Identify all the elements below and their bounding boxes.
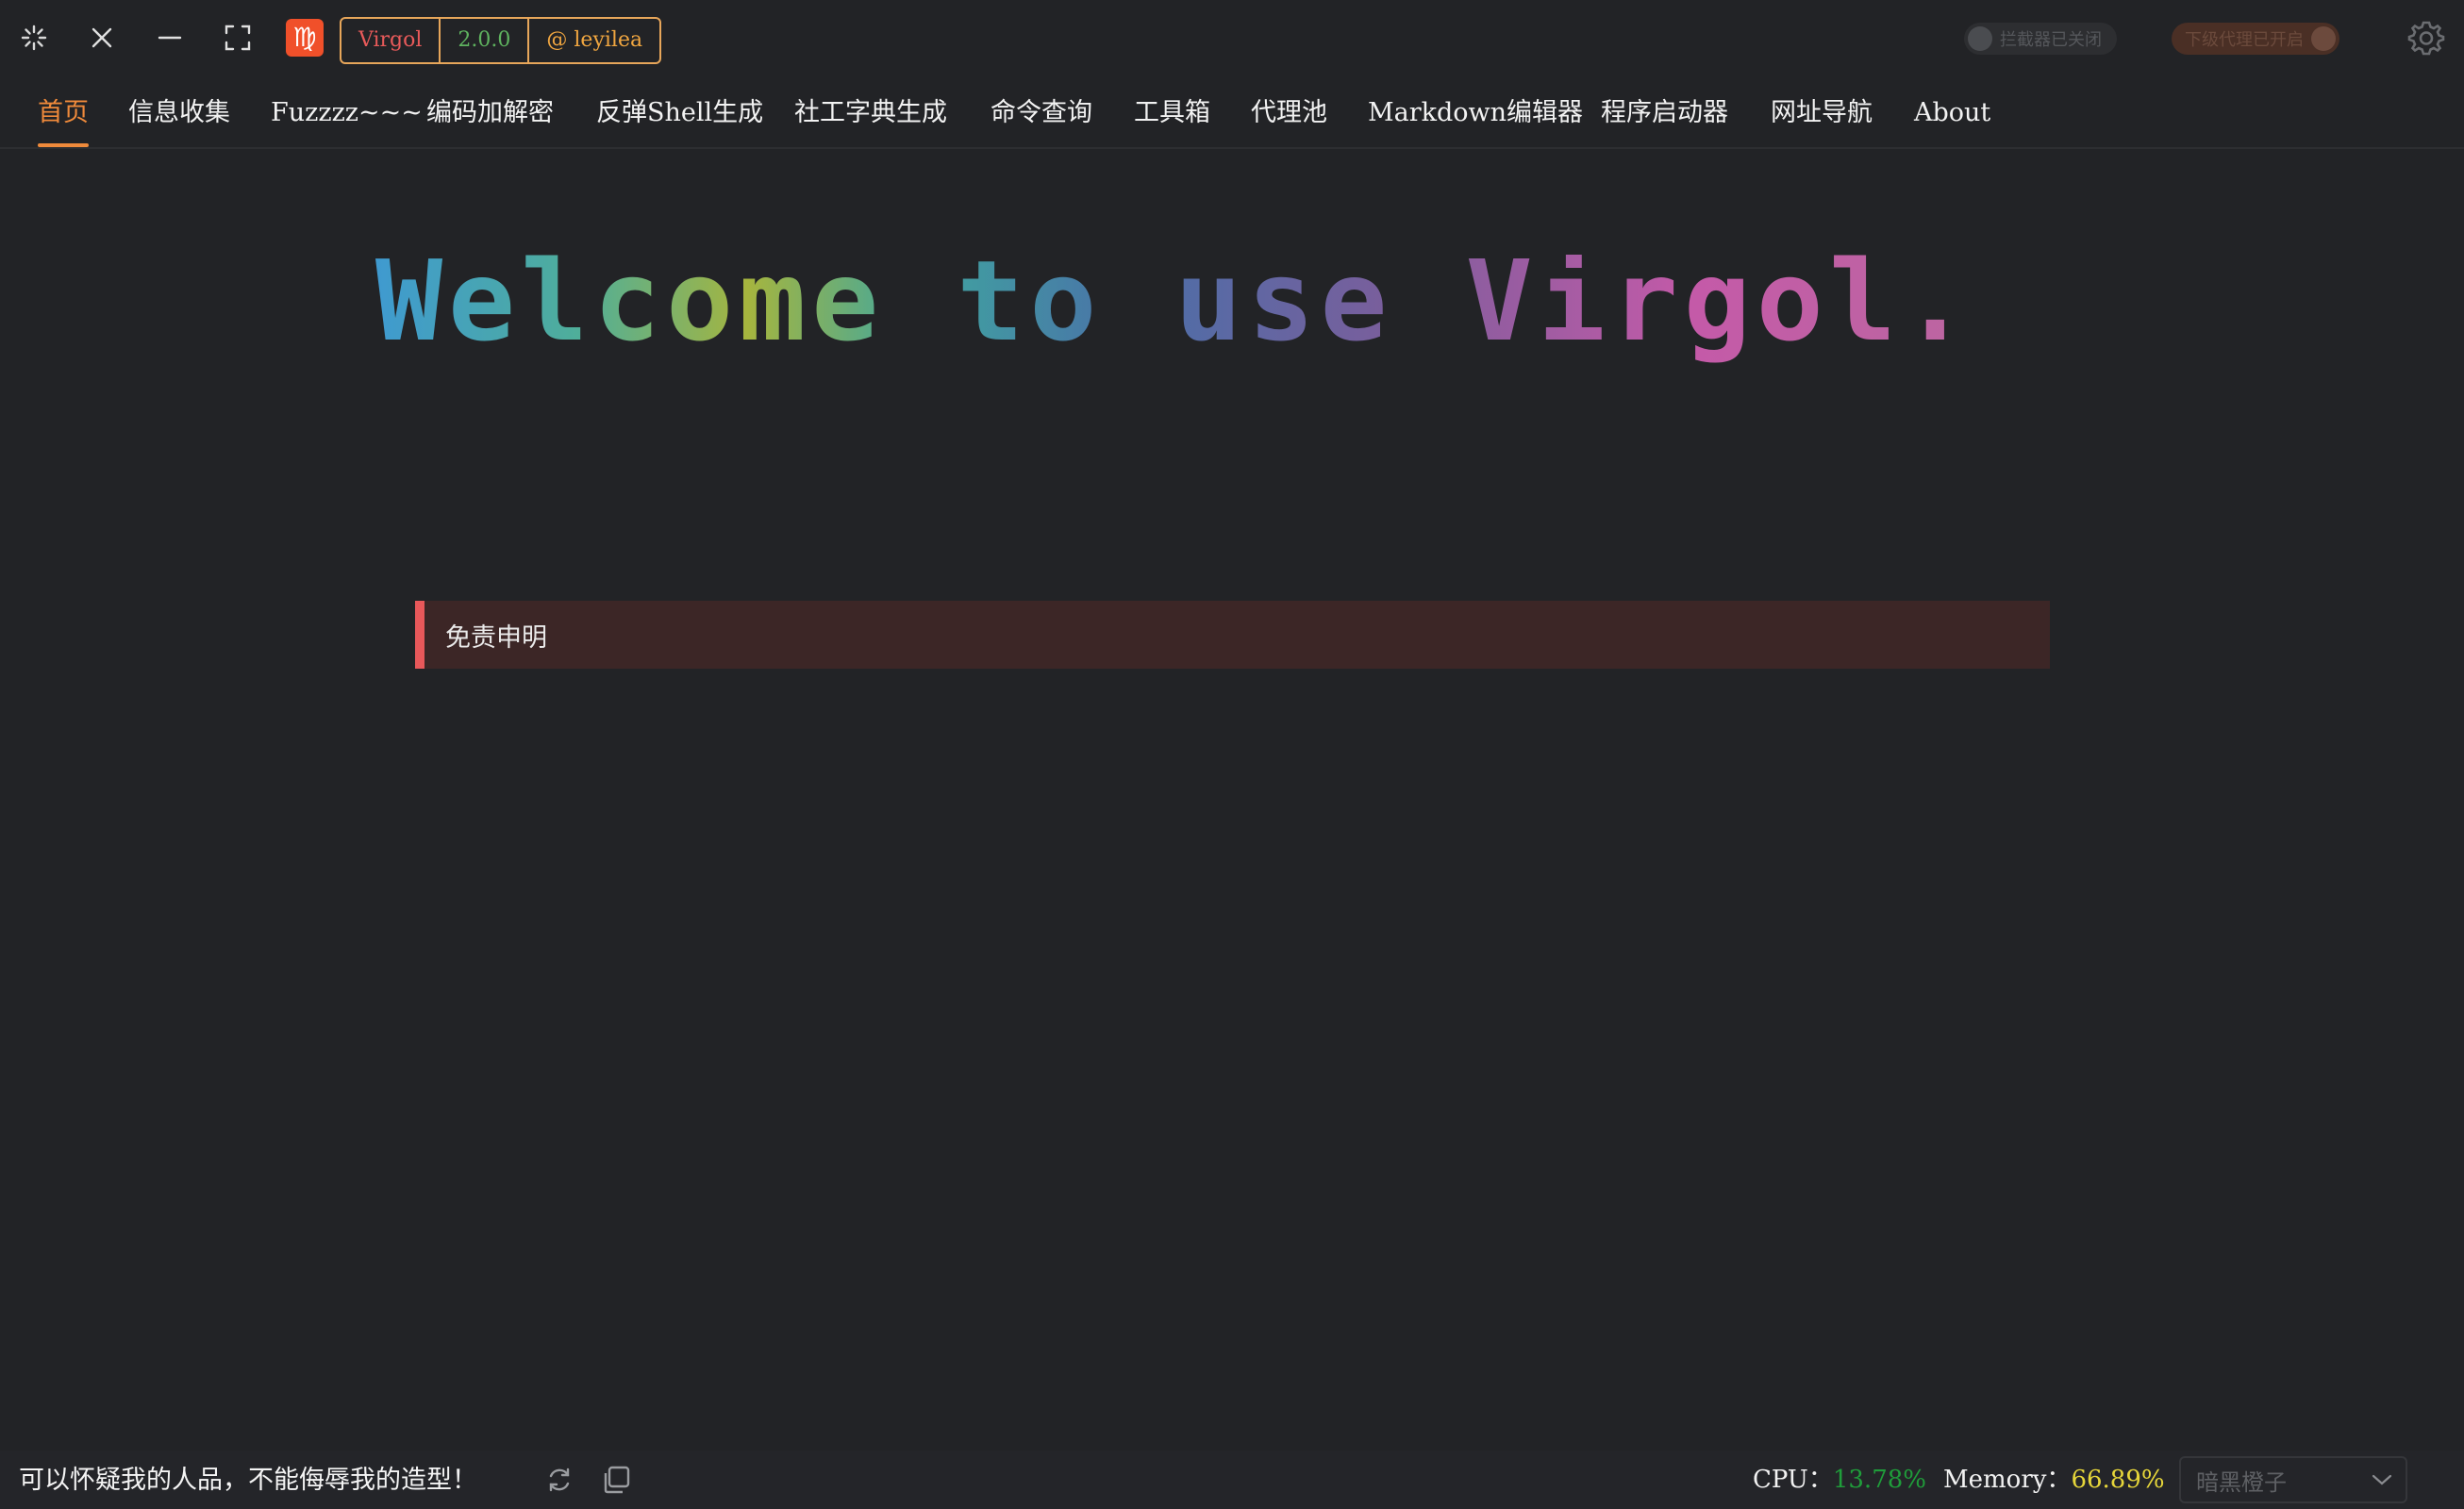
version-badge: 2.0.0	[439, 19, 527, 62]
toggle-knob	[2311, 26, 2336, 51]
app-name-badge: Virgol	[358, 28, 423, 52]
nav-item-fuzz[interactable]: Fuzzzz~~~	[271, 77, 423, 147]
slogan-text: 可以怀疑我的人品，不能侮辱我的造型！	[19, 1466, 477, 1495]
interceptor-toggle-label: 拦截器已关闭	[2000, 30, 2102, 50]
cpu-value: 13.78%	[1832, 1466, 1926, 1494]
memory-label: Memory：	[1943, 1466, 2072, 1494]
status-bar: 可以怀疑我的人品，不能侮辱我的造型！ CPU：13.78% Memory：66.…	[0, 1451, 2464, 1509]
nav-item-markdown-editor[interactable]: Markdown编辑器	[1368, 77, 1583, 147]
refresh-icon[interactable]	[541, 1462, 577, 1498]
nav-item-app-launcher[interactable]: 程序启动器	[1601, 77, 1728, 147]
loading-icon[interactable]	[13, 17, 55, 58]
proxy-toggle[interactable]: 下级代理已开启	[2172, 23, 2339, 55]
author-badge: @ leyilea	[527, 19, 659, 62]
title-bar: ♍ Virgol 2.0.0 @ leyilea 拦截器已关闭 下级代理已开启	[0, 0, 2464, 77]
cpu-usage: CPU：13.78%	[1753, 1451, 1926, 1509]
proxy-toggle-label: 下级代理已开启	[2185, 30, 2304, 50]
virgo-icon: ♍	[292, 22, 317, 53]
close-icon[interactable]	[81, 17, 123, 58]
nav-item-about[interactable]: About	[1914, 77, 1990, 147]
interceptor-toggle[interactable]: 拦截器已关闭	[1964, 23, 2117, 55]
main-nav: 首页 信息收集 Fuzzzz~~~ 编码加解密 反弹Shell生成 社工字典生成…	[0, 77, 2464, 149]
nav-item-social-dict[interactable]: 社工字典生成	[794, 77, 947, 147]
nav-item-command-lookup[interactable]: 命令查询	[991, 77, 1092, 147]
disclaimer-callout[interactable]: 免责申明	[415, 601, 2050, 669]
chevron-down-icon	[2372, 1474, 2392, 1485]
version-badges: Virgol 2.0.0 @ leyilea	[340, 17, 662, 64]
app-window: ♍ Virgol 2.0.0 @ leyilea 拦截器已关闭 下级代理已开启	[0, 0, 2464, 1509]
welcome-text: Welcome to use Virgol.	[375, 255, 1974, 366]
toggle-knob	[1968, 26, 1992, 51]
nav-item-info-gathering[interactable]: 信息收集	[128, 77, 230, 147]
theme-select-value: 暗黑橙子	[2196, 1468, 2287, 1496]
welcome-banner: Welcome to use Virgol.	[375, 255, 1974, 366]
cpu-label: CPU：	[1753, 1466, 1833, 1494]
nav-item-home[interactable]: 首页	[38, 77, 89, 147]
theme-select[interactable]: 暗黑橙子	[2179, 1456, 2407, 1503]
app-logo: ♍	[286, 19, 324, 57]
memory-usage: Memory：66.89%	[1943, 1451, 2165, 1509]
fullscreen-icon[interactable]	[217, 17, 258, 58]
nav-item-toolbox[interactable]: 工具箱	[1134, 77, 1210, 147]
disclaimer-label: 免责申明	[445, 622, 547, 653]
nav-item-reverse-shell[interactable]: 反弹Shell生成	[596, 77, 763, 147]
memory-value: 66.89%	[2071, 1466, 2165, 1494]
nav-item-encode-decode[interactable]: 编码加解密	[426, 77, 554, 147]
nav-item-proxy-pool[interactable]: 代理池	[1251, 77, 1327, 147]
minimize-icon[interactable]	[149, 17, 191, 58]
gear-icon[interactable]	[2404, 15, 2449, 60]
copy-icon[interactable]	[598, 1462, 634, 1498]
nav-item-url-nav[interactable]: 网址导航	[1771, 77, 1873, 147]
